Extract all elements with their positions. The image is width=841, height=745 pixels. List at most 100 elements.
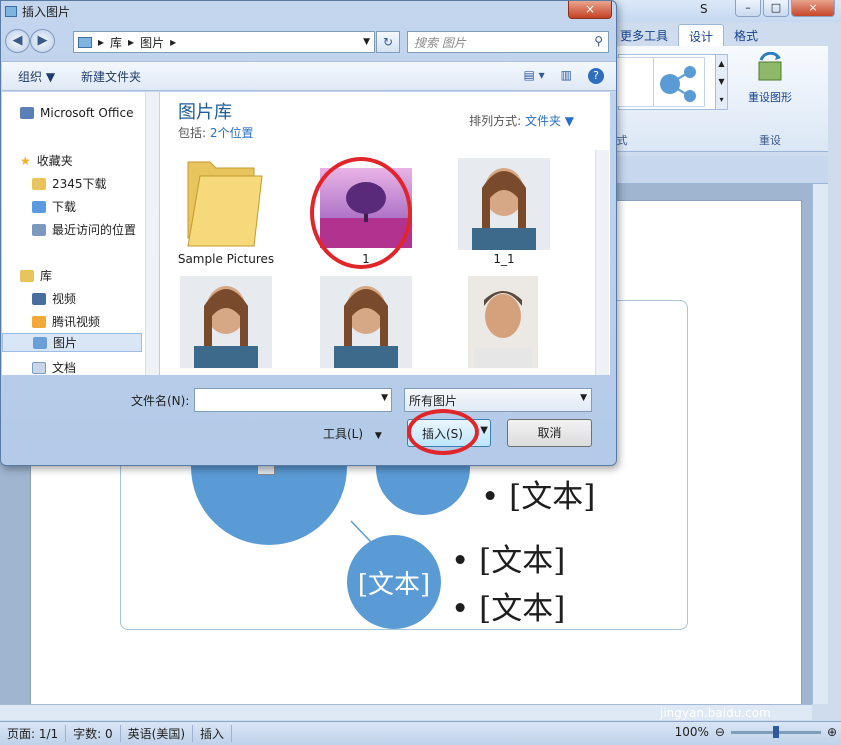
maximize-button[interactable]: □: [763, 0, 789, 17]
sidebar-item-documents[interactable]: 文档: [32, 359, 76, 376]
address-bar[interactable]: ▸ 库 ▸ 图片 ▸ ▼: [73, 31, 375, 53]
zoom-level[interactable]: 100%: [675, 725, 709, 739]
sidebar-item-pictures[interactable]: 图片: [2, 333, 142, 352]
tools-menu[interactable]: 工具(L) ▼: [323, 425, 382, 442]
bullet-text[interactable]: • [文本]: [481, 471, 595, 516]
insert-options-icon[interactable]: ▼: [480, 425, 488, 436]
watermark-url: jingyan.baidu.com: [660, 706, 771, 720]
tab-more-tools[interactable]: 更多工具: [610, 24, 678, 46]
view-options-icon[interactable]: ▤ ▾: [523, 68, 544, 84]
sidebar-item-label: Microsoft Office: [40, 106, 134, 120]
sidebar-favorites-header[interactable]: ★ 收藏夹: [20, 152, 73, 169]
gallery-scroll[interactable]: ▲ ▼ ▾: [715, 55, 727, 109]
dialog-title: 插入图片: [22, 5, 71, 19]
gallery-item-hierarchy[interactable]: [653, 57, 705, 107]
bullet-text[interactable]: • [文本]: [451, 583, 565, 628]
sort-dropdown[interactable]: 文件夹 ▼: [525, 114, 574, 128]
breadcrumb-sep-icon: ▸: [98, 35, 105, 49]
file-label: Sample Pictures: [177, 252, 275, 266]
status-language[interactable]: 英语(美国): [121, 725, 194, 742]
sidebar-item-2345-download[interactable]: 2345下载: [32, 175, 107, 192]
library-includes: 包括: 2个位置: [178, 124, 254, 141]
breadcrumb-library[interactable]: 库: [110, 34, 122, 51]
filename-input[interactable]: ▼: [194, 388, 392, 412]
tencent-video-icon: [32, 315, 46, 328]
sidebar-item-label: 下载: [52, 200, 77, 214]
breadcrumb-pictures[interactable]: 图片: [140, 34, 164, 51]
tab-format[interactable]: 格式: [724, 24, 768, 46]
ribbon: ▲ ▼ ▾ 重设图形 式 重设: [610, 46, 828, 152]
circle-text: [文本]: [357, 569, 431, 600]
sidebar-item-videos[interactable]: 视频: [32, 290, 76, 307]
cancel-button[interactable]: 取消: [507, 419, 592, 447]
nav-buttons: ◀ ▶: [5, 29, 57, 53]
dialog-close-button[interactable]: ×: [568, 1, 612, 19]
includes-label: 包括:: [178, 126, 207, 140]
picture-icon: [5, 6, 17, 17]
file-label: 1_1: [493, 252, 515, 266]
includes-locations-link[interactable]: 2个位置: [210, 126, 254, 140]
sidebar-item-label: 腾讯视频: [52, 315, 101, 329]
sidebar-item-downloads[interactable]: 下载: [32, 198, 76, 215]
file-type-value: 所有图片: [409, 394, 458, 408]
recent-places-icon: [32, 223, 46, 236]
navigation-pane: Microsoft Office ★ 收藏夹 2345下载 下载 最近访问的位置 …: [2, 92, 159, 375]
star-icon: ★: [20, 153, 31, 168]
status-insert-mode[interactable]: 插入: [193, 725, 233, 742]
sidebar-scrollbar[interactable]: [145, 92, 159, 375]
new-folder-button[interactable]: 新建文件夹: [81, 68, 141, 85]
reset-graphic-button[interactable]: 重设图形: [738, 51, 802, 112]
file-item[interactable]: [468, 276, 538, 368]
portrait-girl-image: [458, 158, 550, 250]
file-item[interactable]: [320, 276, 412, 368]
portrait-girl-image: [320, 276, 412, 368]
status-word-count[interactable]: 字数: 0: [66, 725, 121, 742]
folder-icon: [187, 161, 263, 247]
refresh-icon: ↻: [382, 35, 394, 49]
download-folder-icon: [32, 200, 46, 213]
preview-pane-icon[interactable]: ▥: [561, 68, 572, 84]
sidebar-item-microsoft-office[interactable]: Microsoft Office: [20, 106, 133, 120]
sidebar-item-recent[interactable]: 最近访问的位置: [32, 221, 136, 238]
library-title: 图片库: [178, 102, 232, 123]
help-icon[interactable]: ?: [588, 68, 604, 84]
video-icon: [32, 292, 46, 305]
sidebar-libraries-header[interactable]: 库: [20, 267, 52, 284]
back-arrow-icon[interactable]: ◀: [5, 29, 30, 53]
zoom-in-icon[interactable]: ⊕: [827, 725, 837, 739]
status-page[interactable]: 页面: 1/1: [0, 725, 67, 742]
library-icon: [20, 269, 34, 282]
sidebar-item-tencent-video[interactable]: 腾讯视频: [32, 313, 100, 330]
close-button[interactable]: ×: [791, 0, 835, 17]
watermark: Baidu经验: [645, 656, 788, 686]
forward-arrow-icon[interactable]: ▶: [30, 29, 55, 53]
chevron-down-icon[interactable]: ▼: [381, 393, 388, 403]
refresh-button[interactable]: ↻: [376, 31, 400, 53]
annotation-circle-file-1: [310, 157, 412, 269]
chevron-down-icon: ▼: [374, 431, 382, 441]
tab-design[interactable]: 设计: [678, 24, 725, 46]
zoom-slider[interactable]: [730, 725, 821, 738]
reset-graphic-icon: [758, 51, 782, 81]
breadcrumb-sep-icon: ▸: [128, 35, 135, 49]
vertical-scrollbar[interactable]: [812, 184, 828, 704]
file-item[interactable]: [180, 276, 272, 368]
bullet-text[interactable]: • [文本]: [451, 535, 565, 580]
office-icon: [20, 107, 34, 119]
file-type-select[interactable]: 所有图片 ▼: [404, 388, 592, 412]
address-dropdown-icon[interactable]: ▼: [363, 37, 370, 47]
file-view-scrollbar[interactable]: [595, 150, 609, 375]
file-item-sample-pictures[interactable]: [180, 156, 272, 248]
portrait-girl-image: [180, 276, 272, 368]
zoom-out-icon[interactable]: ⊖: [715, 725, 725, 739]
search-icon[interactable]: ⚲: [594, 34, 603, 48]
search-placeholder: 搜索 图片: [414, 36, 466, 50]
dialog-title-bar: 插入图片: [5, 3, 70, 20]
search-input[interactable]: 搜索 图片 ⚲: [407, 31, 609, 53]
child-circle-bottom[interactable]: [文本]: [347, 535, 441, 629]
ribbon-tabs: 更多工具 设计 格式: [610, 24, 768, 46]
minimize-button[interactable]: –: [735, 0, 761, 17]
layout-gallery[interactable]: ▲ ▼ ▾: [611, 54, 728, 110]
organize-menu[interactable]: 组织 ▼: [18, 68, 55, 85]
file-item-1-1[interactable]: [458, 158, 550, 250]
